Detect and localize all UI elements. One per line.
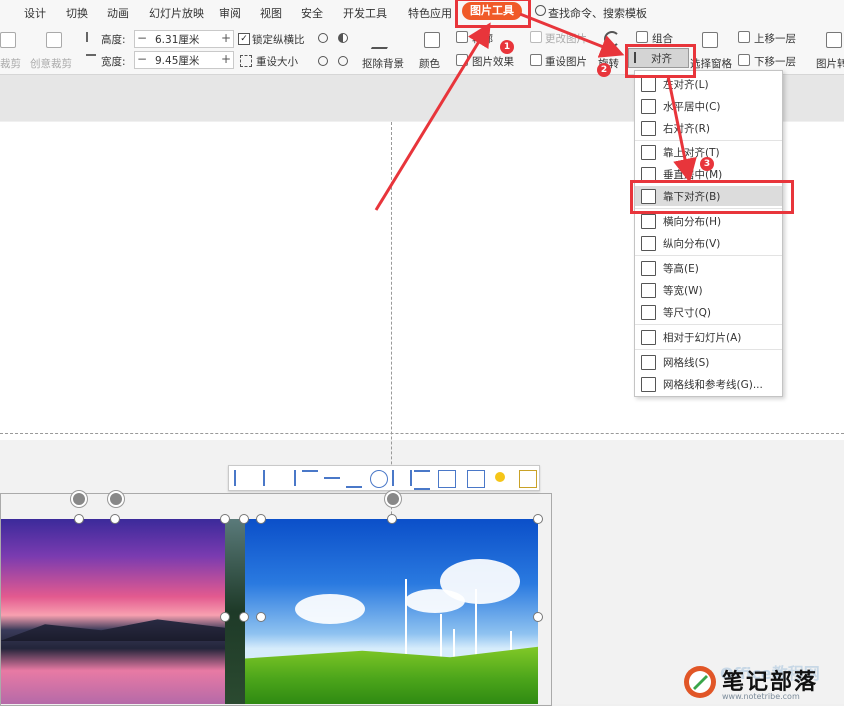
- arrow-to-align: [519, 12, 625, 58]
- watermark: Office教程网 笔记部落 www.notetribe.com: [680, 660, 840, 704]
- watermark-logo-icon: [684, 666, 716, 698]
- arrow-to-picture-tools: [374, 22, 491, 211]
- callout-badge-2: 2: [597, 63, 611, 77]
- callout-badge-3: 3: [700, 157, 714, 171]
- watermark-url: www.notetribe.com: [722, 692, 800, 701]
- callout-arrows: [374, 12, 697, 211]
- callout-badge-1: 1: [500, 40, 514, 54]
- arrow-to-align-bottom: [666, 75, 697, 183]
